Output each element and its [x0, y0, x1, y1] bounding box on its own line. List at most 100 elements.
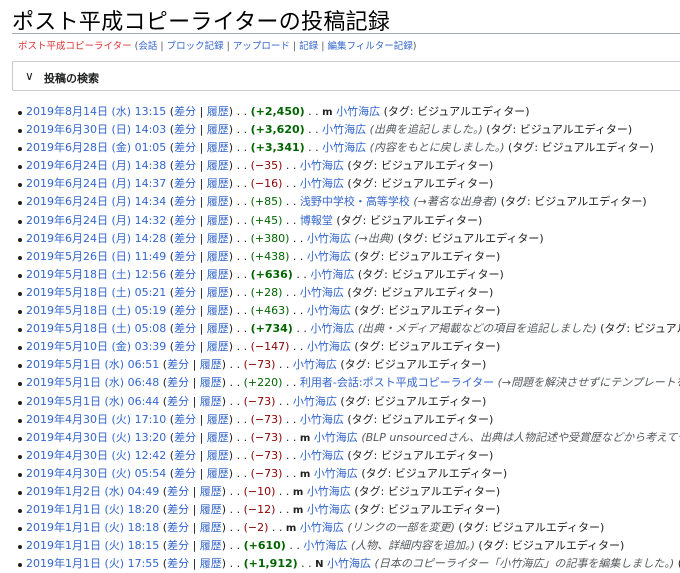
timestamp-link[interactable]: 2019年6月28日 (金) 01:05 [26, 141, 166, 154]
diff-link[interactable]: 差分 [174, 431, 196, 444]
timestamp-link[interactable]: 2019年5月26日 (日) 11:49 [26, 250, 166, 263]
history-link[interactable]: 履歴 [207, 250, 229, 263]
diff-link[interactable]: 差分 [174, 449, 196, 462]
diff-link[interactable]: 差分 [174, 159, 196, 172]
history-link[interactable]: 履歴 [207, 232, 229, 245]
timestamp-link[interactable]: 2019年1月1日 (火) 18:18 [26, 521, 159, 534]
page-link[interactable]: 小竹海広 [300, 413, 344, 426]
timestamp-link[interactable]: 2019年5月10日 (金) 03:39 [26, 340, 166, 353]
page-link[interactable]: 小竹海広 [310, 322, 354, 335]
history-link[interactable]: 履歴 [207, 431, 229, 444]
page-link[interactable]: 小竹海広 [300, 177, 344, 190]
history-link[interactable]: 履歴 [207, 304, 229, 317]
history-link[interactable]: 履歴 [200, 539, 222, 552]
diff-link[interactable]: 差分 [174, 141, 196, 154]
timestamp-link[interactable]: 2019年5月18日 (土) 05:21 [26, 286, 166, 299]
timestamp-link[interactable]: 2019年5月18日 (土) 05:08 [26, 322, 166, 335]
timestamp-link[interactable]: 2019年6月24日 (月) 14:28 [26, 232, 166, 245]
history-link[interactable]: 履歴 [207, 141, 229, 154]
page-link[interactable]: 小竹海広 [307, 232, 351, 245]
history-link[interactable]: 履歴 [207, 340, 229, 353]
diff-link[interactable]: 差分 [174, 177, 196, 190]
diff-link[interactable]: 差分 [174, 467, 196, 480]
page-link[interactable]: 利用者‐会話:ポスト平成コピーライター [300, 376, 494, 389]
history-link[interactable]: 履歴 [207, 159, 229, 172]
diff-link[interactable]: 差分 [174, 214, 196, 227]
timestamp-link[interactable]: 2019年4月30日 (火) 13:20 [26, 431, 166, 444]
page-link[interactable]: 小竹海広 [307, 250, 351, 263]
timestamp-link[interactable]: 2019年5月18日 (土) 12:56 [26, 268, 166, 281]
page-link[interactable]: 小竹海広 [322, 123, 366, 136]
timestamp-link[interactable]: 2019年1月1日 (火) 18:20 [26, 503, 159, 516]
diff-link[interactable]: 差分 [167, 521, 189, 534]
history-link[interactable]: 履歴 [207, 123, 229, 136]
timestamp-link[interactable]: 2019年6月24日 (月) 14:34 [26, 195, 166, 208]
diff-link[interactable]: 差分 [174, 250, 196, 263]
timestamp-link[interactable]: 2019年6月24日 (月) 14:38 [26, 159, 166, 172]
history-link[interactable]: 履歴 [200, 376, 222, 389]
page-link[interactable]: 小竹海広 [300, 449, 344, 462]
timestamp-link[interactable]: 2019年8月14日 (水) 13:15 [26, 105, 166, 118]
diff-link[interactable]: 差分 [167, 395, 189, 408]
timestamp-link[interactable]: 2019年6月24日 (月) 14:37 [26, 177, 166, 190]
history-link[interactable]: 履歴 [200, 358, 222, 371]
diff-link[interactable]: 差分 [167, 557, 189, 570]
diff-link[interactable]: 差分 [174, 232, 196, 245]
diff-link[interactable]: 差分 [174, 105, 196, 118]
page-link[interactable]: 小竹海広 [307, 485, 351, 498]
history-link[interactable]: 履歴 [200, 521, 222, 534]
diff-link[interactable]: 差分 [167, 376, 189, 389]
page-link[interactable]: 小竹海広 [322, 141, 366, 154]
diff-link[interactable]: 差分 [167, 485, 189, 498]
page-link[interactable]: 博報堂 [300, 214, 333, 227]
history-link[interactable]: 履歴 [207, 449, 229, 462]
timestamp-link[interactable]: 2019年5月1日 (水) 06:44 [26, 395, 159, 408]
history-link[interactable]: 履歴 [200, 485, 222, 498]
history-link[interactable]: 履歴 [207, 467, 229, 480]
timestamp-link[interactable]: 2019年5月1日 (水) 06:48 [26, 376, 159, 389]
timestamp-link[interactable]: 2019年6月30日 (日) 14:03 [26, 123, 166, 136]
diff-link[interactable]: 差分 [174, 195, 196, 208]
page-link[interactable]: 小竹海広 [314, 467, 358, 480]
diff-link[interactable]: 差分 [167, 503, 189, 516]
page-link[interactable]: 小竹海広 [336, 105, 380, 118]
history-link[interactable]: 履歴 [207, 214, 229, 227]
logs-link[interactable]: 記録 [299, 41, 318, 52]
diff-link[interactable]: 差分 [174, 123, 196, 136]
timestamp-link[interactable]: 2019年5月18日 (土) 05:19 [26, 304, 166, 317]
history-link[interactable]: 履歴 [207, 286, 229, 299]
timestamp-link[interactable]: 2019年1月1日 (火) 17:55 [26, 557, 159, 570]
page-link[interactable]: 小竹海広 [293, 358, 337, 371]
timestamp-link[interactable]: 2019年6月24日 (月) 14:32 [26, 214, 166, 227]
page-link[interactable]: 小竹海広 [307, 340, 351, 353]
history-link[interactable]: 履歴 [200, 557, 222, 570]
history-link[interactable]: 履歴 [207, 177, 229, 190]
history-link[interactable]: 履歴 [207, 322, 229, 335]
history-link[interactable]: 履歴 [207, 105, 229, 118]
contributions-search-toggle[interactable]: ∨ 投稿の検索 [12, 61, 680, 91]
page-link[interactable]: 小竹海広 [300, 286, 344, 299]
page-link[interactable]: 小竹海広 [314, 431, 358, 444]
page-link[interactable]: 小竹海広 [293, 395, 337, 408]
history-link[interactable]: 履歴 [207, 413, 229, 426]
page-link[interactable]: 小竹海広 [307, 304, 351, 317]
page-link[interactable]: 浅野中学校・高等学校 [300, 195, 410, 208]
diff-link[interactable]: 差分 [174, 304, 196, 317]
page-link[interactable]: 小竹海広 [307, 503, 351, 516]
diff-link[interactable]: 差分 [174, 286, 196, 299]
timestamp-link[interactable]: 2019年1月2日 (水) 04:49 [26, 485, 159, 498]
timestamp-link[interactable]: 2019年1月1日 (火) 18:15 [26, 539, 159, 552]
history-link[interactable]: 履歴 [200, 395, 222, 408]
diff-link[interactable]: 差分 [167, 539, 189, 552]
diff-link[interactable]: 差分 [174, 340, 196, 353]
abuse-log-link[interactable]: 編集フィルター記録 [327, 41, 412, 52]
diff-link[interactable]: 差分 [174, 322, 196, 335]
history-link[interactable]: 履歴 [207, 195, 229, 208]
history-link[interactable]: 履歴 [207, 268, 229, 281]
timestamp-link[interactable]: 2019年5月1日 (水) 06:51 [26, 358, 159, 371]
history-link[interactable]: 履歴 [200, 503, 222, 516]
diff-link[interactable]: 差分 [174, 413, 196, 426]
timestamp-link[interactable]: 2019年4月30日 (火) 17:10 [26, 413, 166, 426]
diff-link[interactable]: 差分 [167, 358, 189, 371]
page-link[interactable]: 小竹海広 [303, 539, 347, 552]
